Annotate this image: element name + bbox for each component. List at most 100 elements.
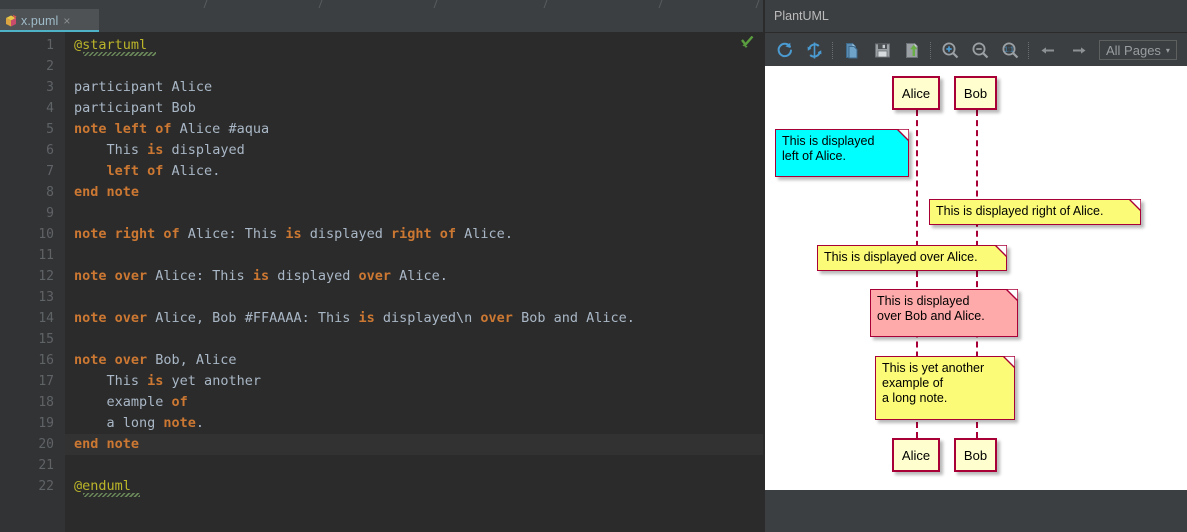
editor-tab-bar: x.puml × <box>0 9 765 32</box>
line-number: 1 <box>46 38 54 53</box>
code-line[interactable]: a long note. <box>74 413 205 434</box>
code-line[interactable]: note over Bob, Alice <box>74 350 237 371</box>
toolbar-separator <box>832 41 834 59</box>
code-keyword: note over <box>74 352 148 368</box>
code-line[interactable]: end note <box>74 434 139 455</box>
plantuml-file-icon <box>4 14 18 28</box>
inspection-ok-icon[interactable] <box>741 35 754 49</box>
next-page-button[interactable] <box>1063 36 1093 64</box>
note-line: over Bob and Alice. <box>877 309 985 323</box>
participant-box-alice: Alice <box>892 76 940 110</box>
code-text: Alice, Bob #FFAAAA: This <box>147 310 359 326</box>
code-line[interactable]: note left of Alice #aqua <box>74 119 269 140</box>
code-text: Bob and Alice. <box>512 310 635 326</box>
save-button[interactable] <box>867 36 897 64</box>
note-line: This is displayed over Alice. <box>824 250 978 264</box>
code-line[interactable]: participant Bob <box>74 98 196 119</box>
code-line[interactable]: This is displayed <box>74 140 245 161</box>
cursor-line-highlight <box>65 434 765 455</box>
code-keyword: left of <box>106 163 164 179</box>
code-line[interactable]: left of Alice. <box>74 161 221 182</box>
top-strip <box>0 0 765 9</box>
code-text: Alice. <box>391 268 448 284</box>
code-line[interactable]: note over Alice: This is displayed over … <box>74 266 448 287</box>
code-line[interactable]: end note <box>74 182 139 203</box>
code-text: Alice: This <box>179 226 286 242</box>
diagram-canvas[interactable]: Alice Bob Alice Bob This is displayed left of… <box>765 66 1187 490</box>
refresh-button[interactable] <box>769 36 799 64</box>
code-line[interactable]: participant Alice <box>74 77 212 98</box>
code-text: yet another <box>163 373 261 389</box>
export-button[interactable] <box>897 36 927 64</box>
code-text: Bob, Alice <box>147 352 237 368</box>
plantuml-tool-window: PlantUML 1:1 All Pages ▾ Alice Bob Alice… <box>765 0 1187 532</box>
line-number: 13 <box>38 290 54 305</box>
pages-dropdown[interactable]: All Pages ▾ <box>1099 40 1177 60</box>
code-keyword: over <box>480 310 513 326</box>
participant-box-bottom-bob: Bob <box>954 438 997 472</box>
note-over-bob-alice-long: This is yet another example of a long note… <box>875 355 1016 420</box>
code-text: This <box>74 373 148 389</box>
code-line[interactable]: @startuml <box>74 35 156 56</box>
editor-pane: x.puml × 1 2 3 4 5 6 7 8 9 10 11 12 13 14 15 16 17 18 19 20… <box>0 0 765 532</box>
code-keyword: note over <box>74 268 148 284</box>
zoom-out-button[interactable] <box>965 36 995 64</box>
code-text: Alice #aqua <box>171 121 270 137</box>
code-line[interactable]: note over Alice, Bob #FFAAAA: This is di… <box>74 308 635 329</box>
note-fold-corner <box>1001 355 1016 370</box>
participant-box-bottom-alice: Alice <box>892 438 940 472</box>
code-line[interactable]: example of <box>74 392 188 413</box>
line-number: 20 <box>38 437 54 452</box>
plantuml-title: PlantUML <box>774 9 829 23</box>
note-line: example of <box>882 376 944 390</box>
note-fold-corner <box>1127 198 1142 213</box>
code-text: a long <box>74 415 164 431</box>
zoom-in-button[interactable] <box>935 36 965 64</box>
code-text: displayed <box>163 142 245 158</box>
code-keyword: note <box>163 415 196 431</box>
inspection-squiggle <box>83 52 156 56</box>
editor-tab-x-puml[interactable]: x.puml × <box>0 9 99 32</box>
auto-refresh-button[interactable] <box>799 36 829 64</box>
line-number: 4 <box>46 101 54 116</box>
code-area[interactable]: @startuml participant Alice participant Bo… <box>65 32 765 532</box>
code-text: participant Bob <box>74 100 196 116</box>
code-text: This <box>74 142 148 158</box>
tool-window-background <box>765 490 1187 532</box>
code-keyword: end note <box>74 436 140 452</box>
line-number: 7 <box>46 164 54 179</box>
copy-button[interactable] <box>837 36 867 64</box>
editor-tab-label: x.puml <box>21 13 59 28</box>
note-line: This is displayed <box>877 294 970 308</box>
plantuml-toolbar: 1:1 All Pages ▾ <box>765 34 1187 66</box>
code-text: Alice. <box>163 163 221 179</box>
inspection-squiggle <box>83 493 140 497</box>
line-number: 10 <box>38 227 54 242</box>
toolbar-separator <box>930 41 932 59</box>
code-directive: @startuml <box>74 37 148 53</box>
code-text: example <box>74 394 172 410</box>
code-keyword: note left of <box>74 121 172 137</box>
code-keyword: is <box>358 310 375 326</box>
ide-window: x.puml × 1 2 3 4 5 6 7 8 9 10 11 12 13 14 15 16 17 18 19 20… <box>0 0 1187 532</box>
line-number: 15 <box>38 332 54 347</box>
line-number: 2 <box>46 59 54 74</box>
line-number: 21 <box>38 458 54 473</box>
code-keyword: right of <box>391 226 457 242</box>
code-keyword: of <box>171 394 188 410</box>
line-number: 19 <box>38 416 54 431</box>
code-keyword: over <box>358 268 392 284</box>
prev-page-button[interactable] <box>1033 36 1063 64</box>
code-keyword: note over <box>74 310 148 326</box>
code-line[interactable]: @enduml <box>74 476 140 497</box>
code-text: displayed <box>269 268 359 284</box>
zoom-actual-button[interactable]: 1:1 <box>995 36 1025 64</box>
code-text: Alice: This <box>147 268 253 284</box>
note-line: a long note. <box>882 391 948 405</box>
svg-text:1:1: 1:1 <box>1004 46 1014 53</box>
code-line[interactable]: This is yet another <box>74 371 261 392</box>
close-icon[interactable]: × <box>63 15 70 27</box>
code-keyword: is <box>285 226 302 242</box>
code-line[interactable]: note right of Alice: This is displayed r… <box>74 224 513 245</box>
